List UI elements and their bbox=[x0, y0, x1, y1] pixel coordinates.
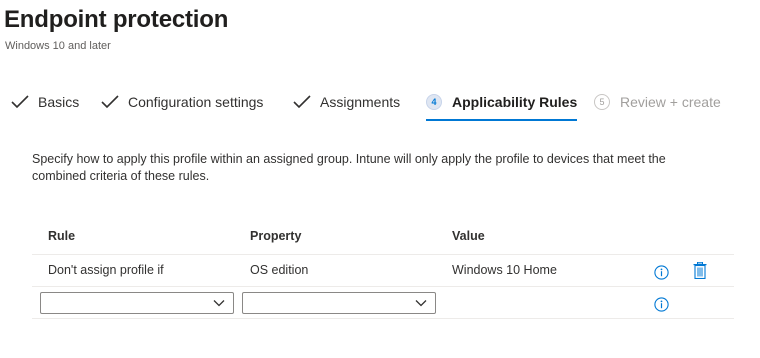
property-cell: OS edition bbox=[250, 263, 309, 277]
info-icon[interactable] bbox=[654, 265, 669, 280]
tab-assignments[interactable]: Assignments bbox=[292, 86, 400, 118]
column-header-value: Value bbox=[452, 229, 485, 243]
page-title: Endpoint protection bbox=[4, 6, 229, 33]
tab-configuration-settings-label: Configuration settings bbox=[128, 94, 264, 110]
tab-review-create[interactable]: 5 Review + create bbox=[594, 86, 721, 118]
info-icon[interactable] bbox=[654, 297, 669, 312]
column-header-rule: Rule bbox=[48, 229, 76, 243]
value-cell: Windows 10 Home bbox=[452, 263, 557, 277]
property-dropdown[interactable] bbox=[242, 292, 436, 314]
rule-cell: Don't assign profile if bbox=[48, 263, 164, 277]
checkmark-icon bbox=[293, 95, 311, 109]
tab-applicability-rules-label: Applicability Rules bbox=[452, 94, 578, 110]
tab-configuration-settings[interactable]: Configuration settings bbox=[100, 86, 263, 118]
tab-basics-label: Basics bbox=[38, 94, 80, 110]
step-number-badge: 4 bbox=[426, 94, 442, 110]
step-number-badge: 5 bbox=[594, 94, 610, 110]
checkmark-icon bbox=[101, 95, 119, 109]
chevron-down-icon bbox=[415, 300, 427, 307]
page-subtitle: Windows 10 and later bbox=[5, 40, 111, 52]
wizard-tabs: Basics Configuration settings Assignment… bbox=[0, 86, 760, 121]
tab-applicability-rules[interactable]: 4 Applicability Rules bbox=[426, 86, 578, 121]
checkmark-icon bbox=[11, 95, 29, 109]
description-text: Specify how to apply this profile within… bbox=[32, 152, 666, 183]
delete-icon[interactable] bbox=[693, 262, 707, 279]
divider bbox=[32, 254, 734, 255]
divider bbox=[32, 318, 734, 319]
rule-dropdown[interactable] bbox=[40, 292, 234, 314]
tab-review-create-label: Review + create bbox=[620, 94, 721, 110]
tab-assignments-label: Assignments bbox=[320, 94, 401, 110]
tab-basics[interactable]: Basics bbox=[10, 86, 79, 118]
chevron-down-icon bbox=[213, 300, 225, 307]
divider bbox=[32, 286, 734, 287]
column-header-property: Property bbox=[250, 229, 302, 243]
